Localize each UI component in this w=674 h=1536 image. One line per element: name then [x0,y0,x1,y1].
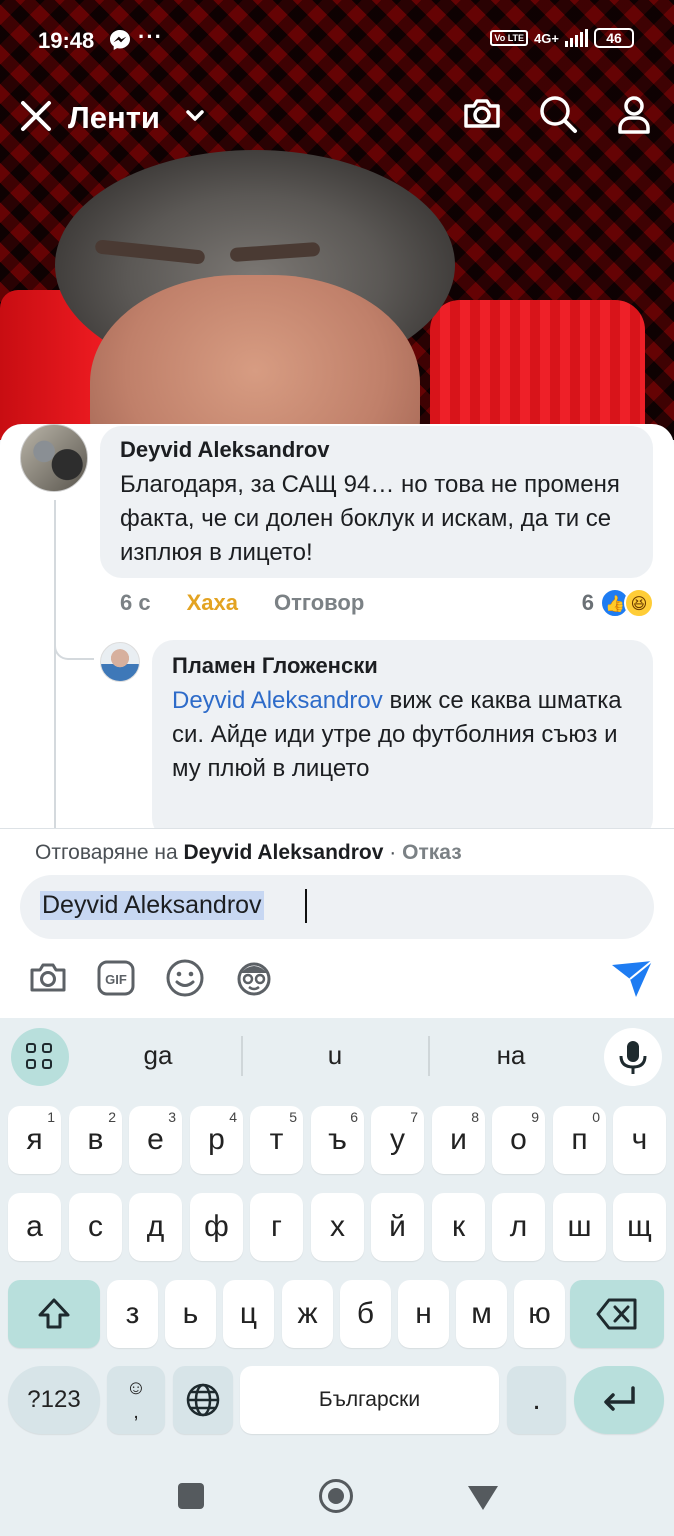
close-icon[interactable] [18,98,54,141]
status-bar: 19:48 ··· Vo LTE 4G+ 46 [0,0,674,80]
letter-key[interactable]: п0 [553,1106,606,1174]
period-key[interactable]: . [507,1366,566,1434]
more-notifications-icon: ··· [138,24,163,49]
svg-text:GIF: GIF [105,972,127,987]
reply-button[interactable]: Отговор [274,590,364,616]
letter-key[interactable]: с [69,1193,122,1261]
letter-key[interactable]: е3 [129,1106,182,1174]
reaction-count: 6 [581,590,594,615]
comment-input[interactable]: Deyvid Aleksandrov [20,875,654,939]
haha-reaction-button[interactable]: Хаха [187,590,238,616]
letter-key[interactable]: я1 [8,1106,61,1174]
on-screen-keyboard: ga u на я1в2е3р4т5ъ6у7и8о9п0ч асдфгхйклшщ… [0,1018,674,1466]
suggestion-3[interactable]: на [451,1040,571,1071]
reaction-summary[interactable]: 6 👍 😆 [582,588,654,618]
letter-key[interactable]: т5 [250,1106,303,1174]
search-icon[interactable] [536,92,580,136]
letter-key[interactable]: ь [165,1280,216,1348]
messenger-icon [108,28,132,58]
back-button[interactable] [468,1486,498,1510]
reels-top-bar: Ленти [0,90,674,150]
reply-composer: Отговаряне на Deyvid Aleksandrov · Отказ… [0,828,674,1018]
letter-key[interactable]: о9 [492,1106,545,1174]
letter-key[interactable]: в2 [69,1106,122,1174]
suggestion-2[interactable]: u [275,1040,395,1071]
letter-key[interactable]: г [250,1193,303,1261]
camera-icon[interactable] [27,957,69,999]
replying-to-name: Deyvid Aleksandrov [183,841,384,864]
home-button[interactable] [319,1479,353,1513]
comment-mention[interactable]: Deyvid Aleksandrov [172,687,383,714]
chevron-down-icon[interactable] [184,104,206,132]
enter-key[interactable] [574,1366,664,1434]
suggestion-1[interactable]: ga [98,1040,218,1071]
letter-key[interactable]: н [398,1280,449,1348]
comment-author[interactable]: Deyvid Aleksandrov [120,436,633,464]
avatar[interactable] [100,642,140,682]
profile-icon[interactable] [612,92,656,136]
comment-bubble[interactable]: Deyvid Aleksandrov Благодаря, за САЩ 94…… [100,426,653,578]
comment-time: 6 с [120,590,151,615]
letter-key[interactable]: щ [613,1193,666,1261]
letter-key[interactable]: х [311,1193,364,1261]
cancel-reply-button[interactable]: Отказ [402,841,462,864]
letter-key[interactable]: ц [223,1280,274,1348]
thread-connector [54,624,94,660]
suggestion-strip: ga u на [0,1018,674,1094]
comments-sheet: Deyvid Aleksandrov Благодаря, за САЩ 94…… [0,424,674,828]
globe-icon[interactable] [173,1366,233,1434]
system-nav-bar [0,1466,674,1536]
letter-key[interactable]: д [129,1193,182,1261]
backspace-key[interactable] [570,1280,664,1348]
microphone-icon[interactable] [604,1028,662,1086]
letter-key[interactable]: ч [613,1106,666,1174]
avatar[interactable] [20,424,88,492]
letter-key[interactable]: б [340,1280,391,1348]
avatar-sticker-icon[interactable] [233,957,275,999]
volte-icon: Vo LTE [490,30,529,46]
camera-icon[interactable] [460,92,504,136]
letter-key[interactable]: р4 [190,1106,243,1174]
recent-apps-button[interactable] [178,1483,204,1509]
letter-key[interactable]: а [8,1193,61,1261]
red-chair-right [430,300,645,440]
letter-key[interactable]: к [432,1193,485,1261]
comment-text: Deyvid Aleksandrov виж се каква шматка с… [172,687,622,782]
send-icon[interactable] [610,957,653,999]
comment-bubble[interactable]: Пламен Гложенски Deyvid Aleksandrov виж … [152,640,653,828]
letter-key[interactable]: ф [190,1193,243,1261]
status-indicators: Vo LTE 4G+ 46 [490,28,634,48]
letter-key[interactable]: з [107,1280,158,1348]
letter-key[interactable]: м [456,1280,507,1348]
video-person [55,150,455,440]
emoji-icon[interactable] [164,957,206,999]
apps-grid-icon[interactable] [11,1028,69,1086]
battery-icon: 46 [594,28,634,48]
letter-key[interactable]: л [492,1193,545,1261]
gif-icon[interactable]: GIF [95,957,137,999]
thread-line [54,500,56,828]
haha-icon: 😆 [624,588,654,618]
shift-key[interactable] [8,1280,100,1348]
letter-key[interactable]: ъ6 [311,1106,364,1174]
replying-to-bar: Отговаряне на Deyvid Aleksandrov · Отказ [35,841,462,864]
letter-key[interactable]: и8 [432,1106,485,1174]
letter-key[interactable]: у7 [371,1106,424,1174]
comment-input-value[interactable]: Deyvid Aleksandrov [40,891,264,920]
network-type: 4G+ [534,30,559,46]
comment-author[interactable]: Пламен Гложенски [172,652,633,680]
text-caret [305,889,307,923]
feed-title[interactable]: Ленти [68,100,160,136]
letter-key[interactable]: ш [553,1193,606,1261]
signal-icon [565,29,588,47]
emoji-comma-key[interactable]: ☺ , [107,1366,165,1434]
comment-text: Благодаря, за САЩ 94… но това не променя… [120,471,620,566]
letter-key[interactable]: ж [282,1280,333,1348]
space-key[interactable]: Български [240,1366,499,1434]
letter-key[interactable]: й [371,1193,424,1261]
comment-actions: 6 с Хаха Отговор [120,590,364,616]
letter-key[interactable]: ю [514,1280,565,1348]
status-time: 19:48 [38,28,95,53]
symbols-key[interactable]: ?123 [8,1366,100,1434]
